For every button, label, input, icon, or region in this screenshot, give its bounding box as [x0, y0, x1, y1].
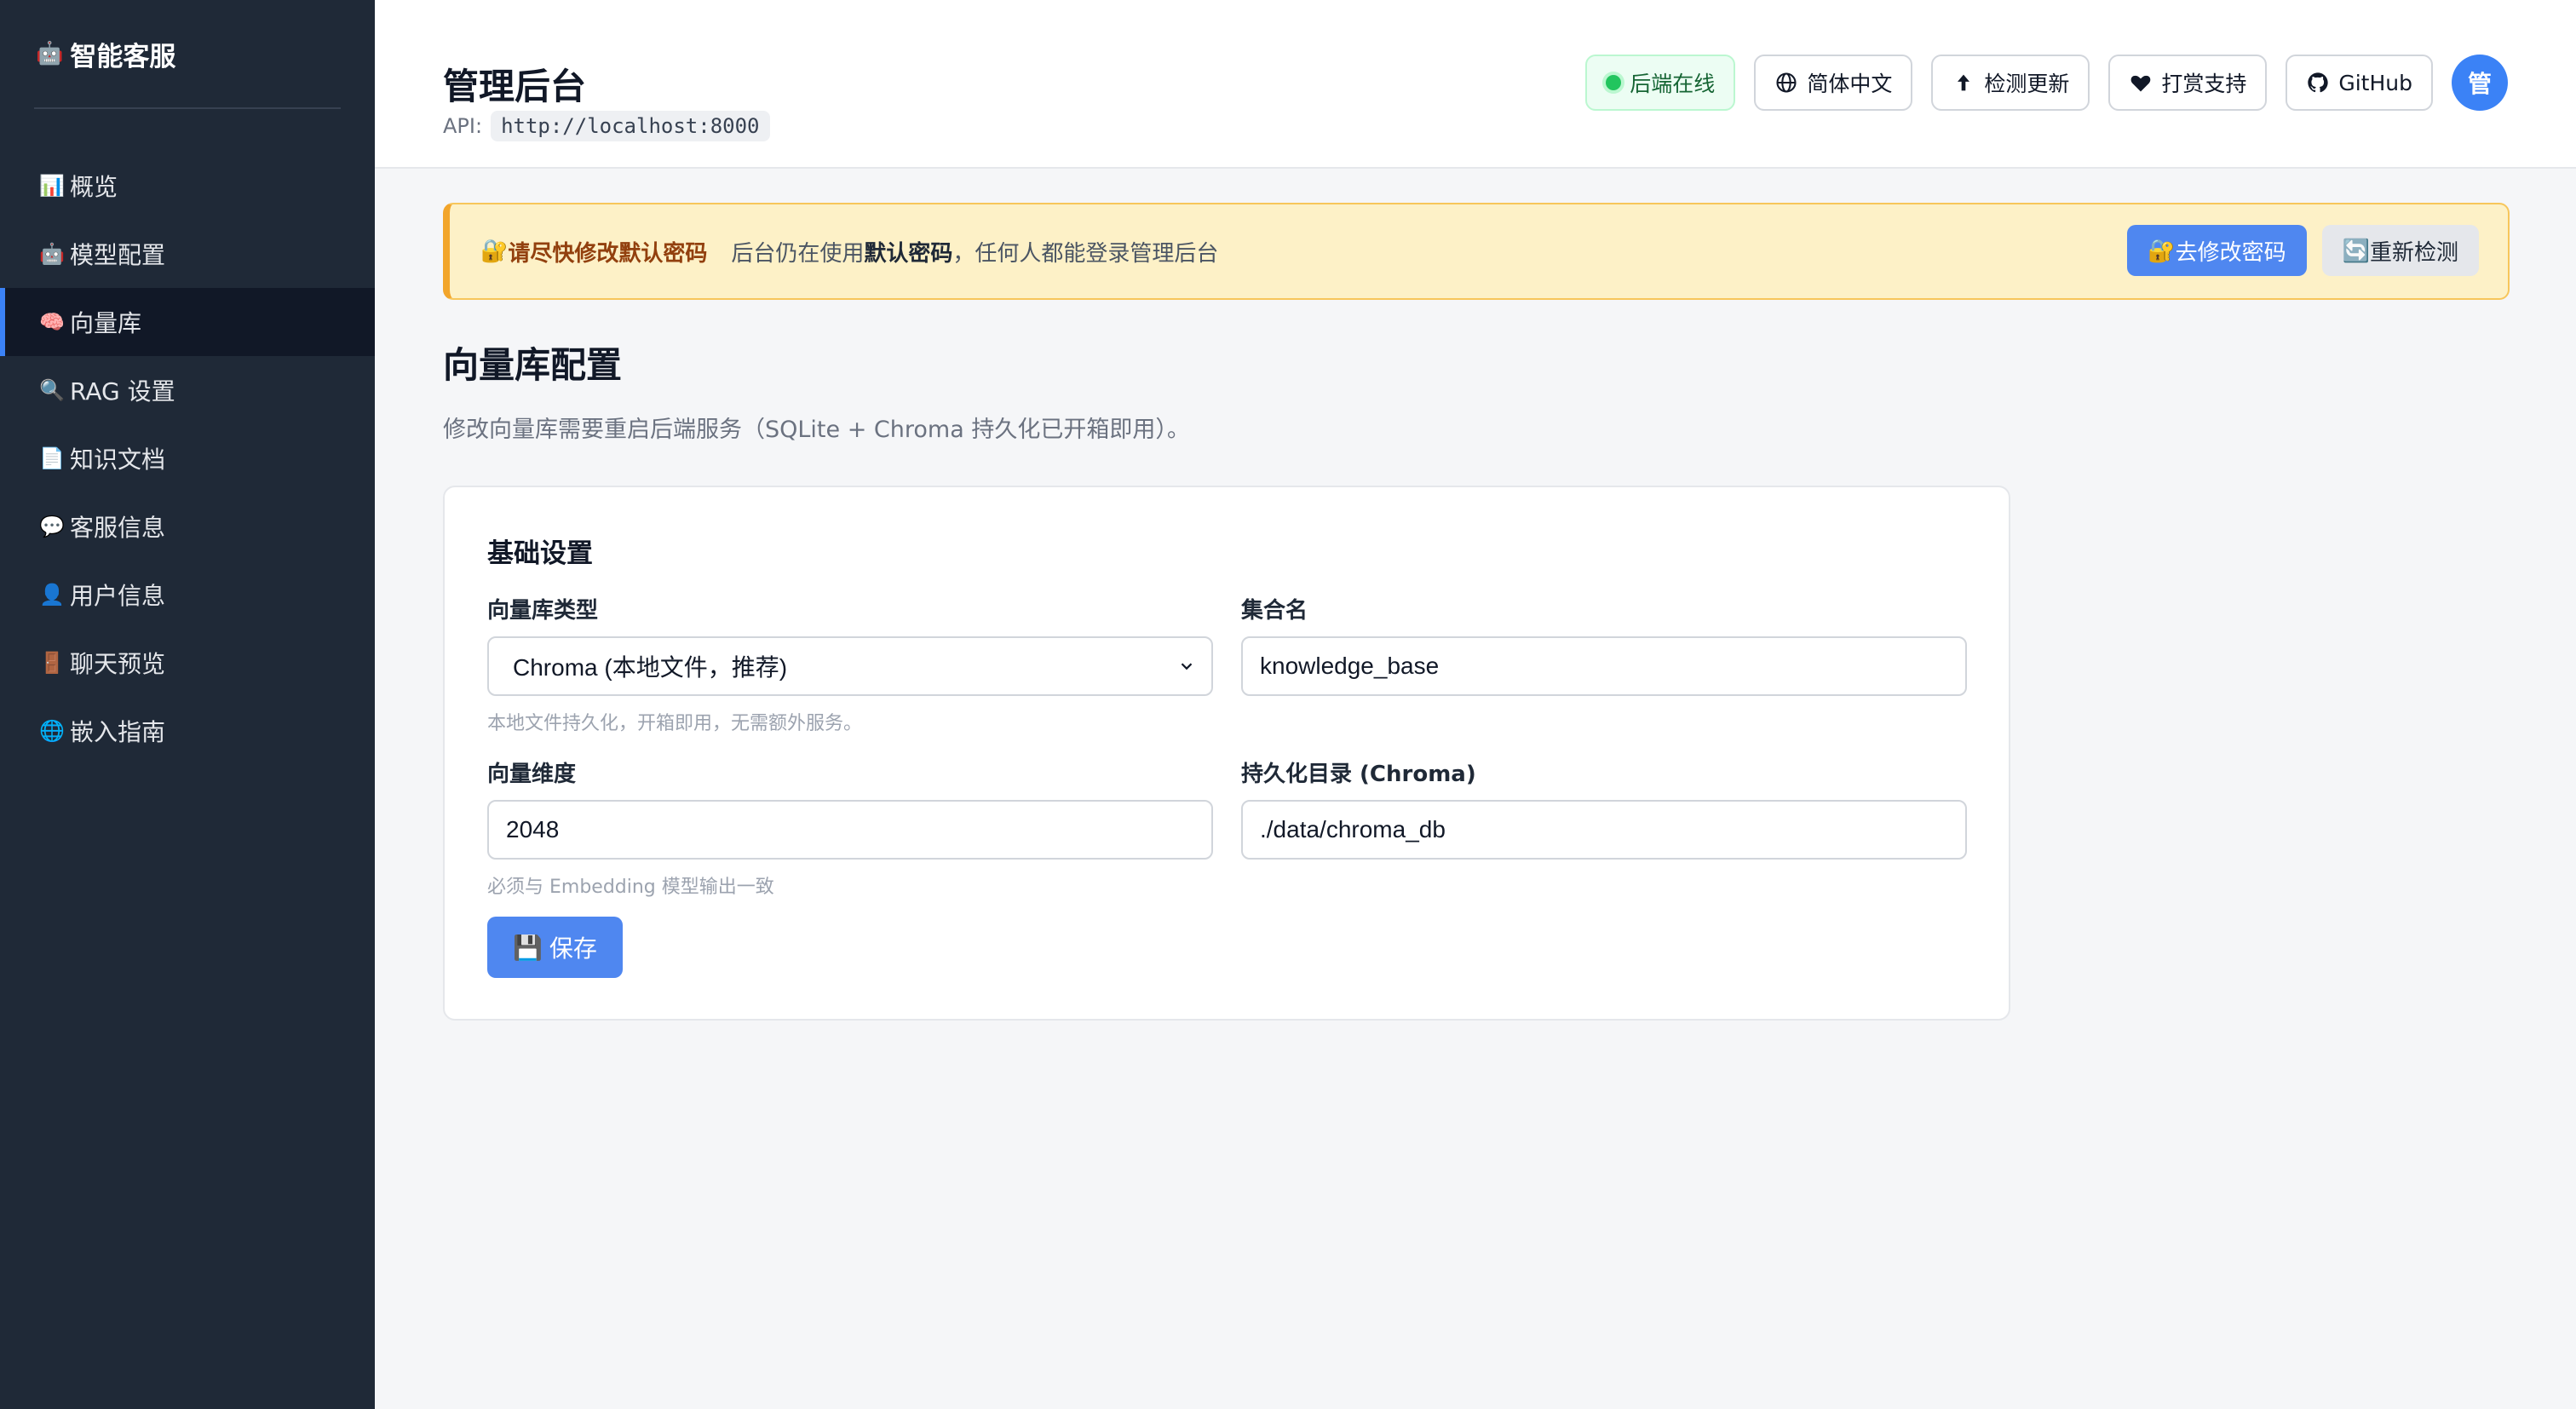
persist-dir-input[interactable]: ./data/chroma_db — [1241, 800, 1967, 860]
page-title: 管理后台 — [443, 66, 587, 107]
save-button[interactable]: 💾 保存 — [487, 917, 623, 978]
donate-button[interactable]: 打赏支持 — [2108, 55, 2268, 111]
github-icon — [2308, 72, 2329, 93]
collection-name-input[interactable]: knowledge_base — [1241, 636, 1967, 696]
robot-icon: 🤖 — [36, 41, 64, 66]
brain-icon: 🧠 — [39, 310, 65, 334]
vector-dimension-input[interactable]: 2048 — [487, 800, 1213, 860]
sidebar-item-overview[interactable]: 📊 概览 — [0, 152, 375, 220]
persist-dir-field: 持久化目录 (Chroma) ./data/chroma_db — [1241, 756, 1967, 860]
language-button[interactable]: 简体中文 — [1754, 55, 1913, 111]
refresh-icon: 🔄 — [2342, 237, 2370, 263]
warning-title: 请尽快修改默认密码 — [508, 240, 708, 267]
arrow-up-icon — [1958, 74, 1970, 91]
status-dot-icon — [1606, 75, 1622, 90]
change-password-label: 去修改密码 — [2175, 239, 2286, 265]
sidebar-item-user-info[interactable]: 👤 用户信息 — [0, 561, 375, 629]
heart-handshake-icon — [2131, 75, 2151, 92]
github-label: GitHub — [2338, 70, 2412, 95]
api-info: API: http://localhost:8000 — [443, 111, 770, 141]
floppy-disk-icon: 💾 — [513, 934, 543, 961]
sidebar: 🤖 智能客服 📊 概览 🤖 模型配置 🧠 向量库 🔍 RAG 设置 📄 知识文档… — [0, 0, 375, 1409]
field-label: 集合名 — [1241, 598, 1308, 624]
donate-label: 打赏支持 — [2161, 72, 2247, 96]
globe-icon — [1776, 72, 1797, 93]
sidebar-nav: 📊 概览 🤖 模型配置 🧠 向量库 🔍 RAG 设置 📄 知识文档 💬 客服信息… — [0, 152, 375, 765]
language-label: 简体中文 — [1807, 72, 1893, 96]
sidebar-item-embed-guide[interactable]: 🌐 嵌入指南 — [0, 697, 375, 765]
warning-message: 后台仍在使用默认密码，任何人都能登录管理后台 — [731, 236, 1218, 267]
collection-name-field: 集合名 knowledge_base — [1241, 593, 1967, 696]
vector-store-type-field: 向量库类型 Chroma (本地文件，推荐) 本地文件持久化，开箱即用，无需额外… — [487, 593, 1213, 735]
robot-icon: 🤖 — [39, 242, 65, 266]
document-icon: 📄 — [39, 446, 65, 470]
header-actions: 后端在线 简体中文 检测更新 打赏支持 GitHub 管 — [1585, 55, 2508, 111]
sidebar-divider — [34, 107, 341, 109]
change-password-button[interactable]: 🔐 去修改密码 — [2127, 225, 2307, 276]
header: 管理后台 API: http://localhost:8000 后端在线 简体中… — [375, 0, 2576, 169]
api-label: API: — [443, 114, 483, 138]
warning-message-prefix: 后台仍在使用 — [731, 240, 865, 267]
sidebar-item-label: RAG 设置 — [70, 377, 175, 405]
vector-dimension-field: 向量维度 2048 必须与 Embedding 模型输出一致 — [487, 756, 1213, 899]
brand: 🤖 智能客服 — [0, 0, 375, 107]
warning-message-bold: 默认密码 — [864, 240, 953, 267]
field-hint: 本地文件持久化，开箱即用，无需额外服务。 — [487, 713, 863, 734]
github-button[interactable]: GitHub — [2286, 55, 2433, 111]
speech-bubble-icon: 💬 — [39, 515, 65, 538]
chart-icon: 📊 — [39, 174, 65, 198]
recheck-label: 重新检测 — [2369, 239, 2458, 265]
lock-key-icon: 🔐 — [480, 239, 509, 264]
sidebar-item-rag-settings[interactable]: 🔍 RAG 设置 — [0, 356, 375, 424]
sidebar-item-label: 模型配置 — [70, 241, 166, 269]
default-password-warning: 🔐 请尽快修改默认密码 后台仍在使用默认密码，任何人都能登录管理后台 🔐 去修改… — [443, 203, 2510, 300]
user-icon: 👤 — [39, 583, 65, 607]
update-label: 检测更新 — [1984, 72, 2070, 96]
chevron-down-icon — [1181, 663, 1193, 670]
sidebar-item-service-info[interactable]: 💬 客服信息 — [0, 492, 375, 561]
globe-icon: 🌐 — [39, 719, 65, 743]
sidebar-item-label: 聊天预览 — [70, 650, 166, 678]
select-value: Chroma (本地文件，推荐) — [513, 654, 788, 681]
sidebar-item-vector-store[interactable]: 🧠 向量库 — [0, 288, 375, 356]
avatar[interactable]: 管 — [2452, 55, 2508, 111]
sidebar-item-label: 嵌入指南 — [70, 718, 166, 746]
magnifier-icon: 🔍 — [39, 378, 65, 402]
status-label: 后端在线 — [1630, 72, 1716, 96]
api-url: http://localhost:8000 — [491, 111, 770, 141]
sidebar-item-label: 概览 — [70, 173, 118, 201]
sidebar-item-label: 用户信息 — [70, 582, 166, 610]
sidebar-item-chat-preview[interactable]: 🚪 聊天预览 — [0, 629, 375, 697]
sidebar-item-label: 向量库 — [70, 309, 142, 337]
field-label: 向量维度 — [487, 762, 577, 787]
lock-key-icon: 🔐 — [2148, 237, 2176, 263]
field-label: 持久化目录 (Chroma) — [1241, 762, 1476, 787]
recheck-button[interactable]: 🔄 重新检测 — [2321, 225, 2479, 276]
basic-settings-card: 基础设置 向量库类型 Chroma (本地文件，推荐) 本地文件持久化，开箱即用… — [443, 486, 2010, 1021]
banner-actions: 🔐 去修改密码 🔄 重新检测 — [2127, 225, 2479, 276]
sidebar-item-knowledge-docs[interactable]: 📄 知识文档 — [0, 424, 375, 492]
vector-store-type-select[interactable]: Chroma (本地文件，推荐) — [487, 636, 1213, 696]
door-icon: 🚪 — [39, 651, 65, 675]
sidebar-item-label: 客服信息 — [70, 514, 166, 542]
check-update-button[interactable]: 检测更新 — [1931, 55, 2090, 111]
save-label: 保存 — [549, 935, 597, 962]
field-hint: 必须与 Embedding 模型输出一致 — [487, 877, 774, 898]
brand-name: 智能客服 — [70, 41, 176, 72]
backend-status-badge: 后端在线 — [1585, 55, 1736, 111]
warning-message-suffix: ，任何人都能登录管理后台 — [952, 240, 1219, 267]
field-label: 向量库类型 — [487, 598, 599, 624]
section-title: 向量库配置 — [443, 344, 623, 386]
main-content: 管理后台 API: http://localhost:8000 后端在线 简体中… — [375, 0, 2576, 1409]
sidebar-item-label: 知识文档 — [70, 446, 166, 474]
card-title: 基础设置 — [487, 538, 593, 569]
section-description: 修改向量库需要重启后端服务（SQLite + Chroma 持久化已开箱即用）。 — [443, 417, 1190, 443]
sidebar-item-model-config[interactable]: 🤖 模型配置 — [0, 220, 375, 288]
